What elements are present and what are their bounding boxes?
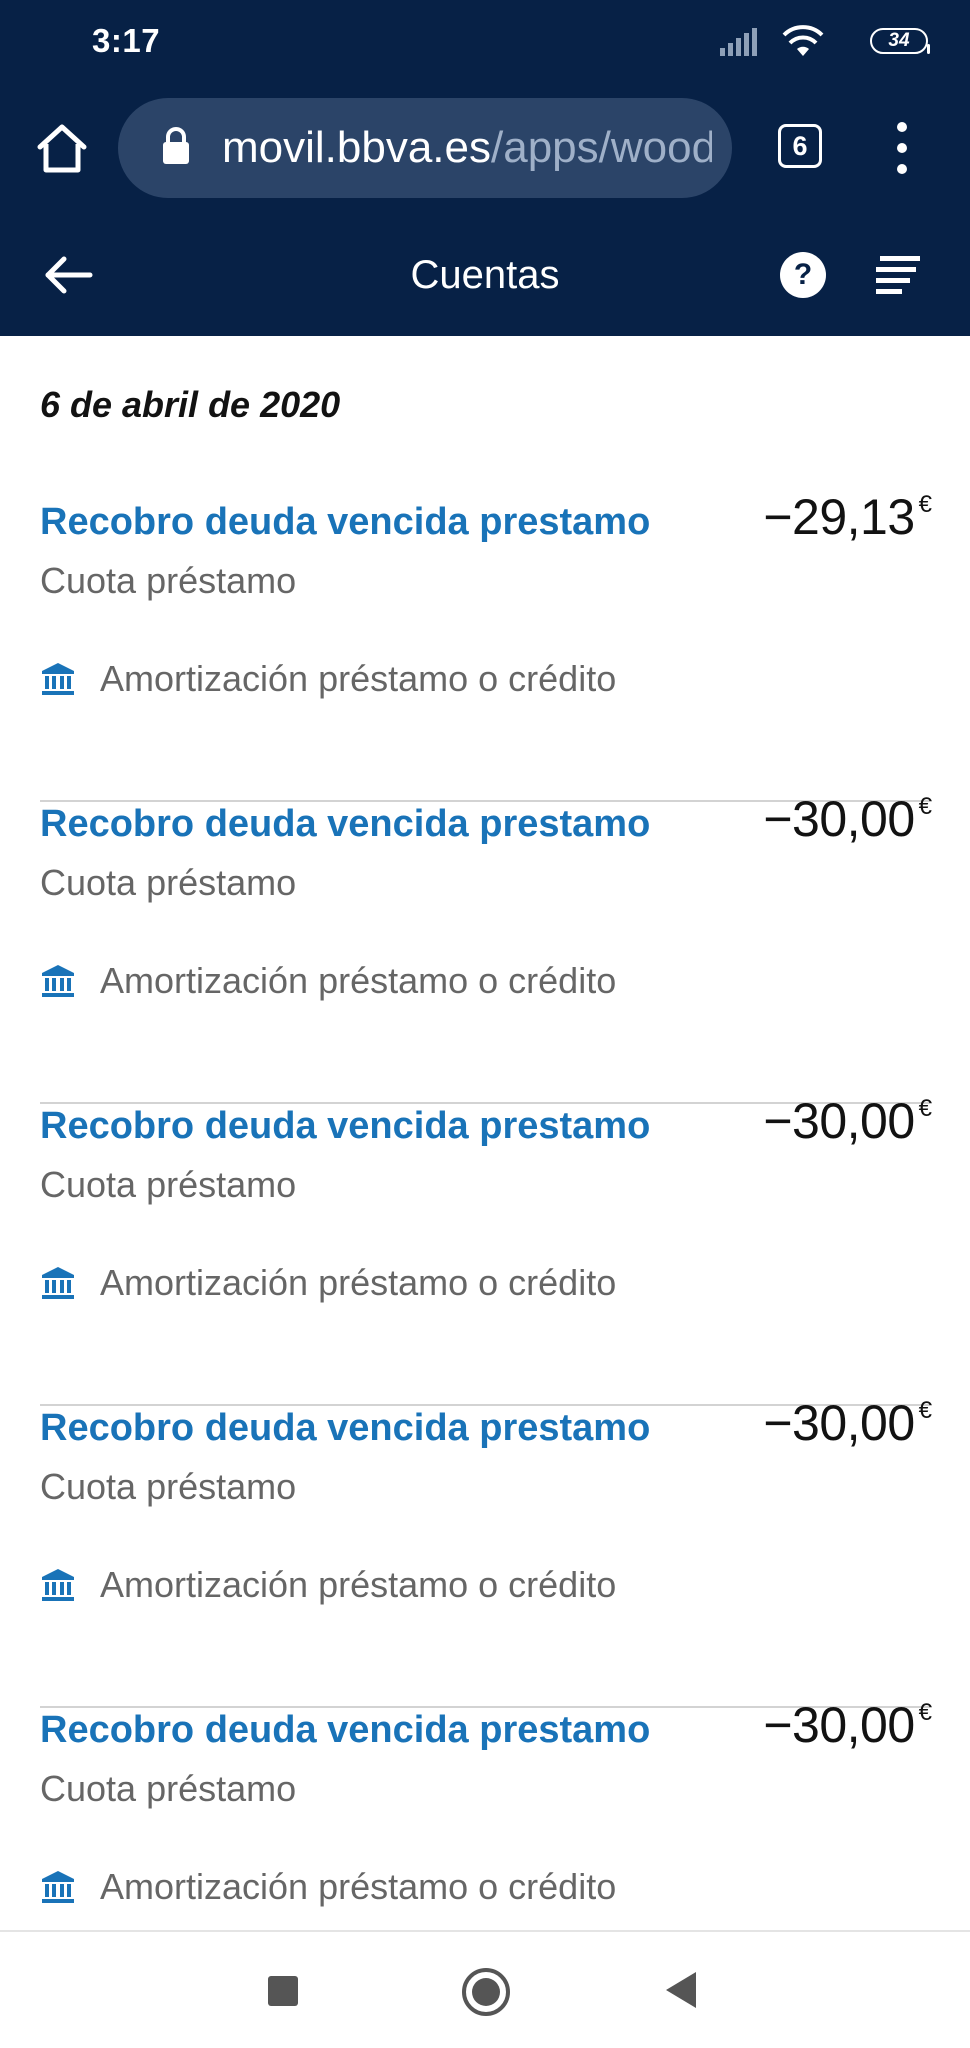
transaction-title: Recobro deuda vencida prestamo <box>40 1709 651 1751</box>
transaction-subtitle: Cuota préstamo <box>40 560 297 601</box>
screen: 3:17 34 movil.bbva.es/apps/wood 6 Cuenta… <box>0 0 970 2048</box>
transaction-row[interactable]: Recobro deuda vencida prestamo Cuota pré… <box>40 1697 932 1930</box>
transaction-title: Recobro deuda vencida prestamo <box>40 501 651 543</box>
transaction-category-label: Amortización préstamo o crédito <box>100 1262 617 1303</box>
bank-icon <box>42 1871 74 1903</box>
transaction-category-label: Amortización préstamo o crédito <box>100 1866 617 1907</box>
amount-value: −30,00 <box>763 1697 915 1753</box>
tabs-icon[interactable]: 6 <box>778 124 822 168</box>
amount-currency: € <box>918 793 932 820</box>
url-path: /apps/woody <box>491 123 712 172</box>
date-heading: 6 de abril de 2020 <box>40 384 341 425</box>
transaction-amount: −30,00 € <box>763 1092 932 1150</box>
home-circle-inner <box>472 1978 500 2006</box>
app-header: Cuentas ? <box>0 214 970 336</box>
transaction-row[interactable]: Recobro deuda vencida prestamo Cuota pré… <box>40 489 932 802</box>
amount-value: −30,00 <box>763 791 915 847</box>
transaction-subtitle: Cuota préstamo <box>40 1164 297 1205</box>
transaction-subtitle: Cuota préstamo <box>40 862 297 903</box>
amount-currency: € <box>918 491 932 518</box>
address-bar[interactable]: movil.bbva.es/apps/woody <box>118 98 732 198</box>
transaction-title: Recobro deuda vencida prestamo <box>40 1105 651 1147</box>
wifi-icon <box>782 25 824 56</box>
amount-currency: € <box>918 1397 932 1424</box>
amount-currency: € <box>918 1095 932 1122</box>
menu-dot <box>897 122 907 132</box>
transaction-title: Recobro deuda vencida prestamo <box>40 803 651 845</box>
browser-toolbar: movil.bbva.es/apps/woody 6 <box>0 84 970 214</box>
transaction-amount: −29,13 € <box>763 488 932 546</box>
status-bar: 3:17 34 <box>0 0 970 84</box>
home-icon[interactable] <box>34 120 90 176</box>
transaction-subtitle: Cuota préstamo <box>40 1466 297 1507</box>
transaction-category-label: Amortización préstamo o crédito <box>100 658 617 699</box>
system-nav-bar <box>0 1930 970 2048</box>
bank-icon <box>42 1569 74 1601</box>
menu-dot <box>897 164 907 174</box>
menu-dot <box>897 143 907 153</box>
status-time: 3:17 <box>92 22 161 59</box>
bank-icon <box>42 663 74 695</box>
transaction-category-label: Amortización préstamo o crédito <box>100 1564 617 1605</box>
transaction-row[interactable]: Recobro deuda vencida prestamo Cuota pré… <box>40 1093 932 1406</box>
bank-icon <box>42 965 74 997</box>
transactions-content: 6 de abril de 2020 Recobro deuda vencida… <box>0 336 970 1930</box>
amount-value: −30,00 <box>763 1093 915 1149</box>
help-icon[interactable]: ? <box>780 252 826 298</box>
amount-value: −29,13 <box>763 489 915 545</box>
filter-list-icon[interactable] <box>874 254 924 296</box>
home-circle-icon[interactable] <box>462 1968 510 2016</box>
battery-nub <box>927 44 930 54</box>
transaction-amount: −30,00 € <box>763 1394 932 1452</box>
url-domain: movil.bbva.es <box>222 123 492 172</box>
recents-icon[interactable] <box>268 1976 298 2006</box>
transaction-subtitle: Cuota préstamo <box>40 1768 297 1809</box>
amount-currency: € <box>918 1699 932 1726</box>
back-triangle-icon[interactable] <box>666 1972 696 2008</box>
status-icons: 34 <box>698 24 930 62</box>
bank-icon <box>42 1267 74 1299</box>
battery-icon: 34 <box>870 28 930 54</box>
url-text: movil.bbva.es/apps/woody <box>222 122 712 174</box>
signal-icon <box>720 28 757 56</box>
more-vert-icon[interactable] <box>882 122 922 174</box>
transaction-amount: −30,00 € <box>763 1696 932 1754</box>
transaction-row[interactable]: Recobro deuda vencida prestamo Cuota pré… <box>40 1395 932 1708</box>
transaction-title: Recobro deuda vencida prestamo <box>40 1407 651 1449</box>
transaction-row[interactable]: Recobro deuda vencida prestamo Cuota pré… <box>40 791 932 1104</box>
transaction-category-label: Amortización préstamo o crédito <box>100 960 617 1001</box>
transaction-amount: −30,00 € <box>763 790 932 848</box>
amount-value: −30,00 <box>763 1395 915 1451</box>
battery-level: 34 <box>888 30 910 51</box>
lock-icon <box>163 127 189 164</box>
